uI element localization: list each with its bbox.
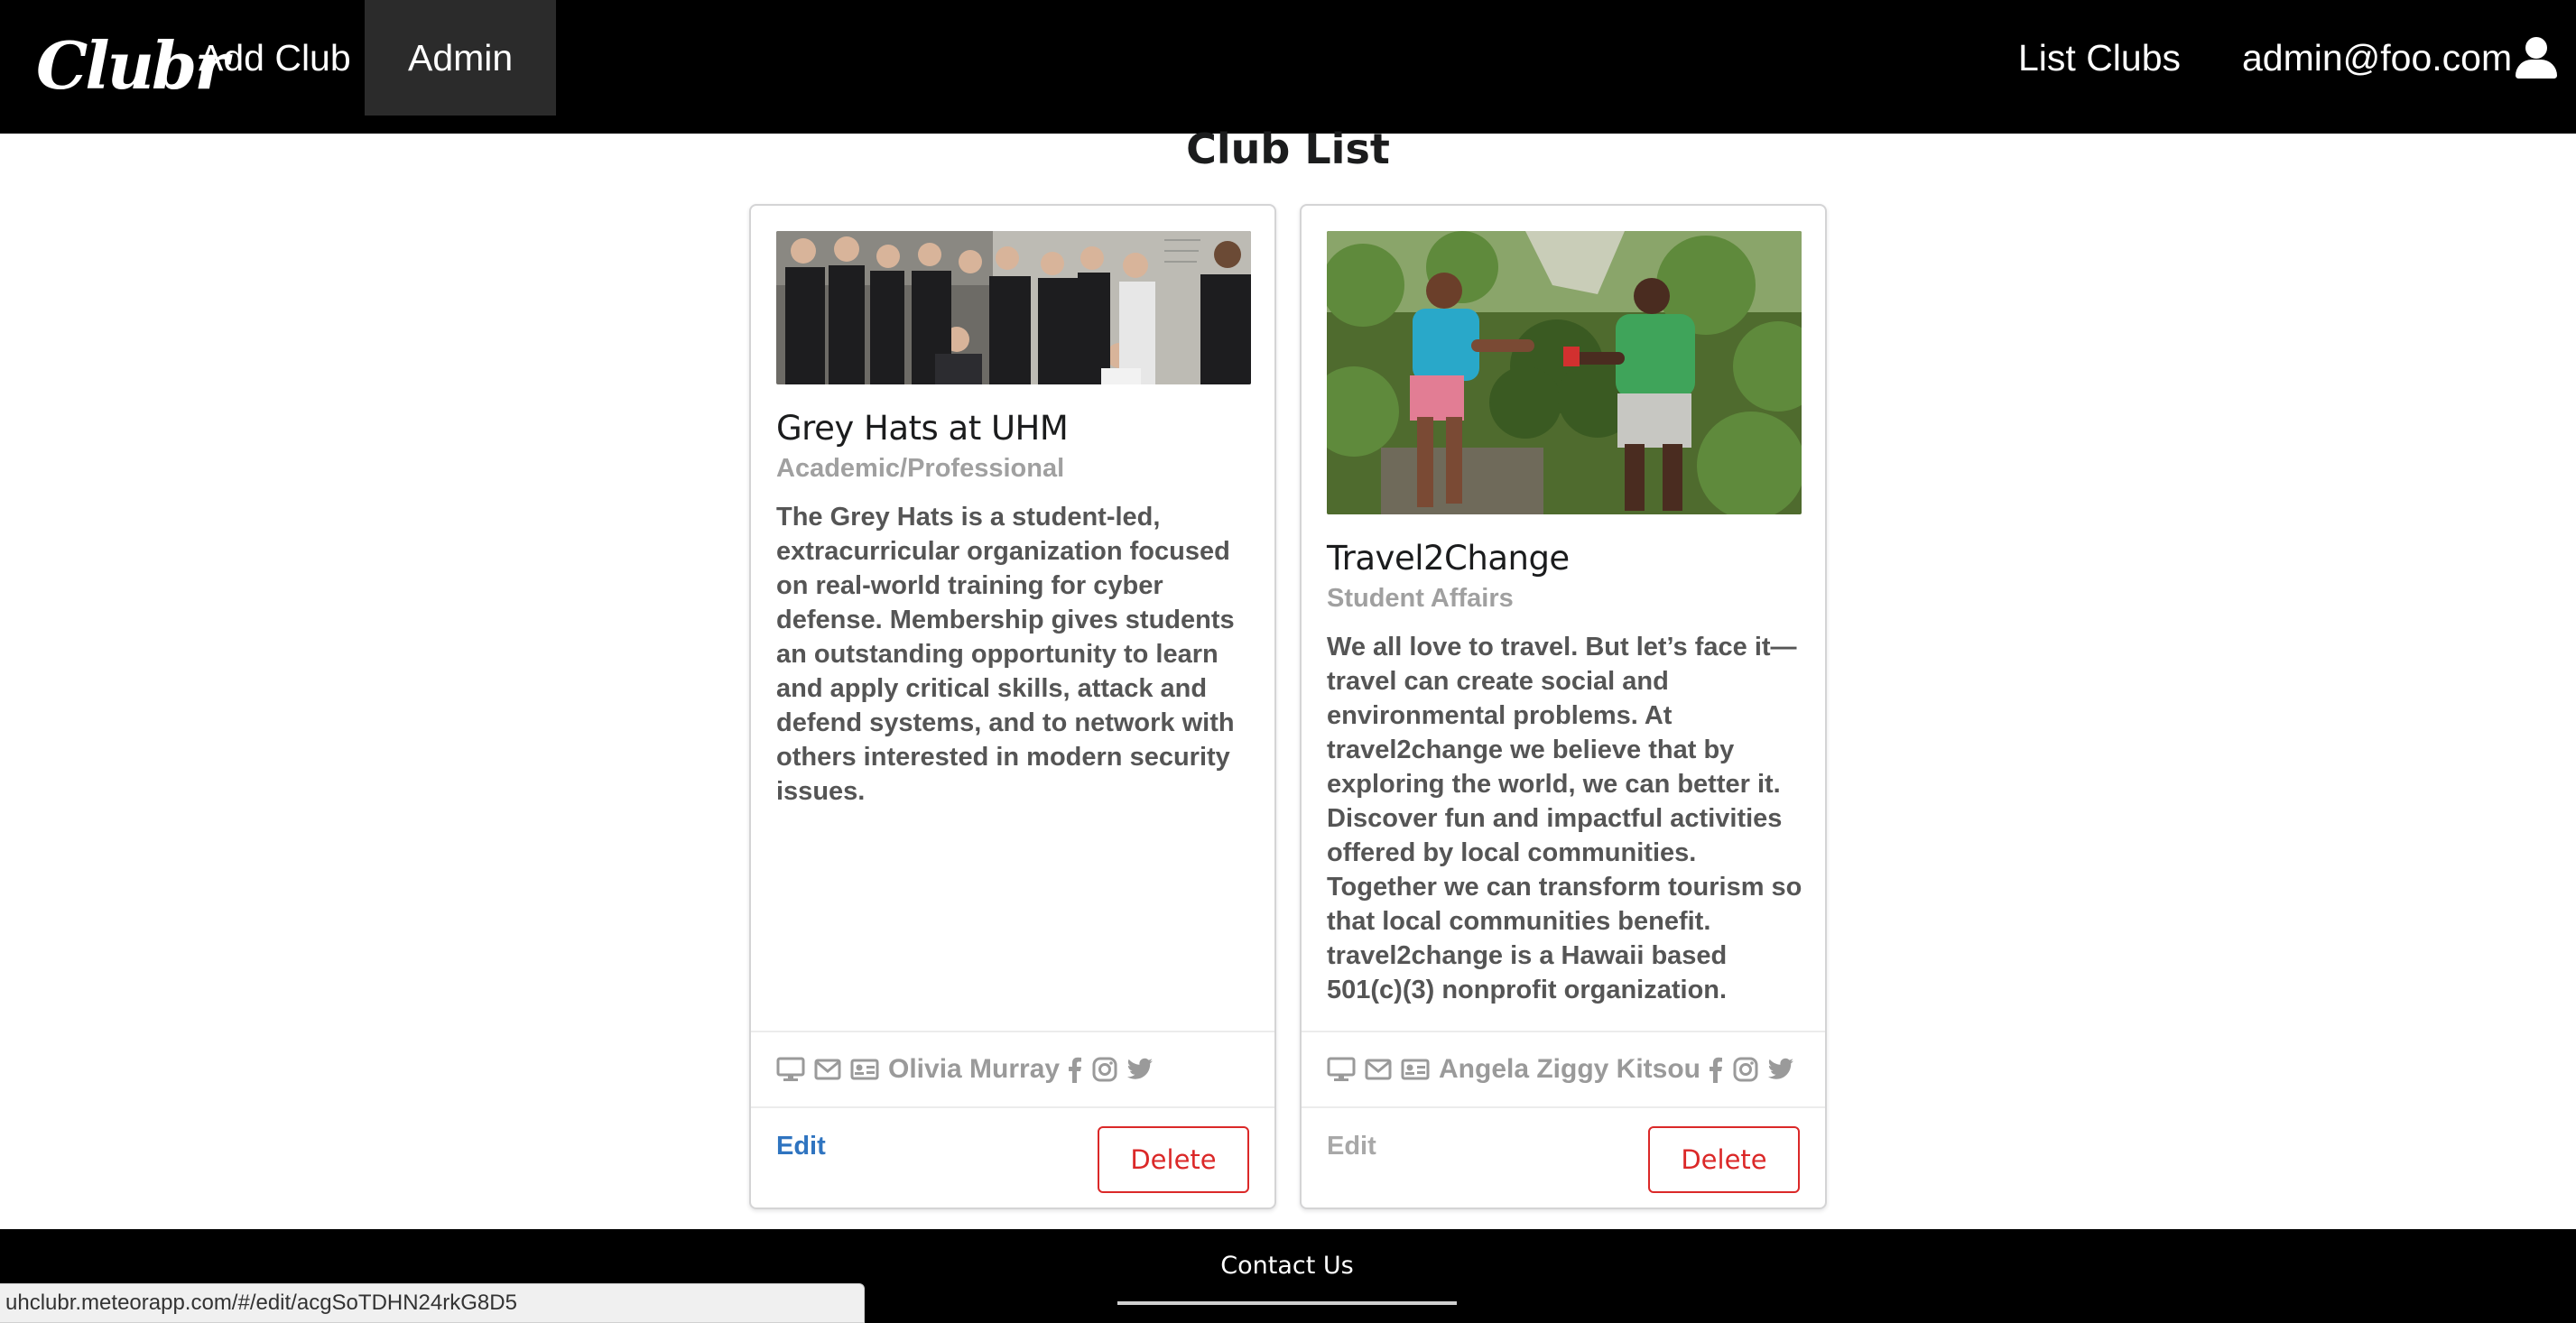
club-name: Travel2Change — [1327, 539, 1570, 578]
edit-link[interactable]: Edit — [776, 1132, 826, 1161]
facebook-icon[interactable] — [1067, 1056, 1083, 1083]
edit-link[interactable]: Edit — [1327, 1132, 1376, 1161]
club-card: Travel2Change Student Affairs We all lov… — [1300, 204, 1827, 1209]
envelope-icon[interactable] — [814, 1059, 841, 1080]
top-navbar: Clubr Add Club Admin List Clubs admin@fo… — [0, 0, 2576, 134]
envelope-icon[interactable] — [1365, 1059, 1392, 1080]
card-content: Grey Hats at UHM Academic/Professional T… — [776, 408, 1255, 809]
desktop-icon[interactable] — [776, 1057, 805, 1082]
club-image — [776, 231, 1251, 384]
club-description: The Grey Hats is a student-led, extracur… — [776, 503, 1235, 806]
club-links: Olivia Murray — [751, 1031, 1274, 1106]
club-description: We all love to travel. But let’s face it… — [1327, 633, 1802, 1004]
club-category: Student Affairs — [1327, 584, 1514, 613]
clubr-logo[interactable]: Clubr — [36, 14, 228, 116]
status-bar-url: uhclubr.meteorapp.com/#/edit/acgSoTDHN24… — [0, 1283, 865, 1323]
club-card: Grey Hats at UHM Academic/Professional T… — [749, 204, 1276, 1209]
nav-list-clubs[interactable]: List Clubs — [1975, 0, 2224, 116]
contact-us-link[interactable]: Contact Us — [1117, 1229, 1457, 1305]
contact-name: Olivia Murray — [888, 1054, 1061, 1084]
nav-admin[interactable]: Admin — [365, 0, 557, 116]
id-card-icon[interactable] — [1401, 1059, 1430, 1080]
facebook-icon[interactable] — [1708, 1056, 1724, 1083]
club-category: Academic/Professional — [776, 454, 1065, 483]
instagram-icon[interactable] — [1092, 1057, 1117, 1082]
delete-button[interactable]: Delete — [1098, 1126, 1249, 1193]
page-title: Club List — [1186, 125, 1390, 173]
nav-add-club[interactable]: Add Club — [155, 0, 394, 116]
user-icon — [2516, 37, 2558, 79]
instagram-icon[interactable] — [1733, 1057, 1758, 1082]
club-name: Grey Hats at UHM — [776, 409, 1069, 448]
user-email: admin@foo.com — [2242, 36, 2513, 79]
club-image — [1327, 231, 1802, 514]
user-menu[interactable]: admin@foo.com — [2199, 0, 2571, 116]
id-card-icon[interactable] — [850, 1059, 879, 1080]
twitter-icon[interactable] — [1767, 1058, 1794, 1081]
card-content: Travel2Change Student Affairs We all lov… — [1327, 538, 1805, 1007]
contact-name: Angela Ziggy Kitsou — [1439, 1054, 1701, 1084]
desktop-icon[interactable] — [1327, 1057, 1356, 1082]
card-actions: Edit Delete — [1302, 1106, 1825, 1207]
card-actions: Edit Delete — [751, 1106, 1274, 1207]
delete-button[interactable]: Delete — [1648, 1126, 1800, 1193]
club-links: Angela Ziggy Kitsou — [1302, 1031, 1825, 1106]
twitter-icon[interactable] — [1126, 1058, 1154, 1081]
